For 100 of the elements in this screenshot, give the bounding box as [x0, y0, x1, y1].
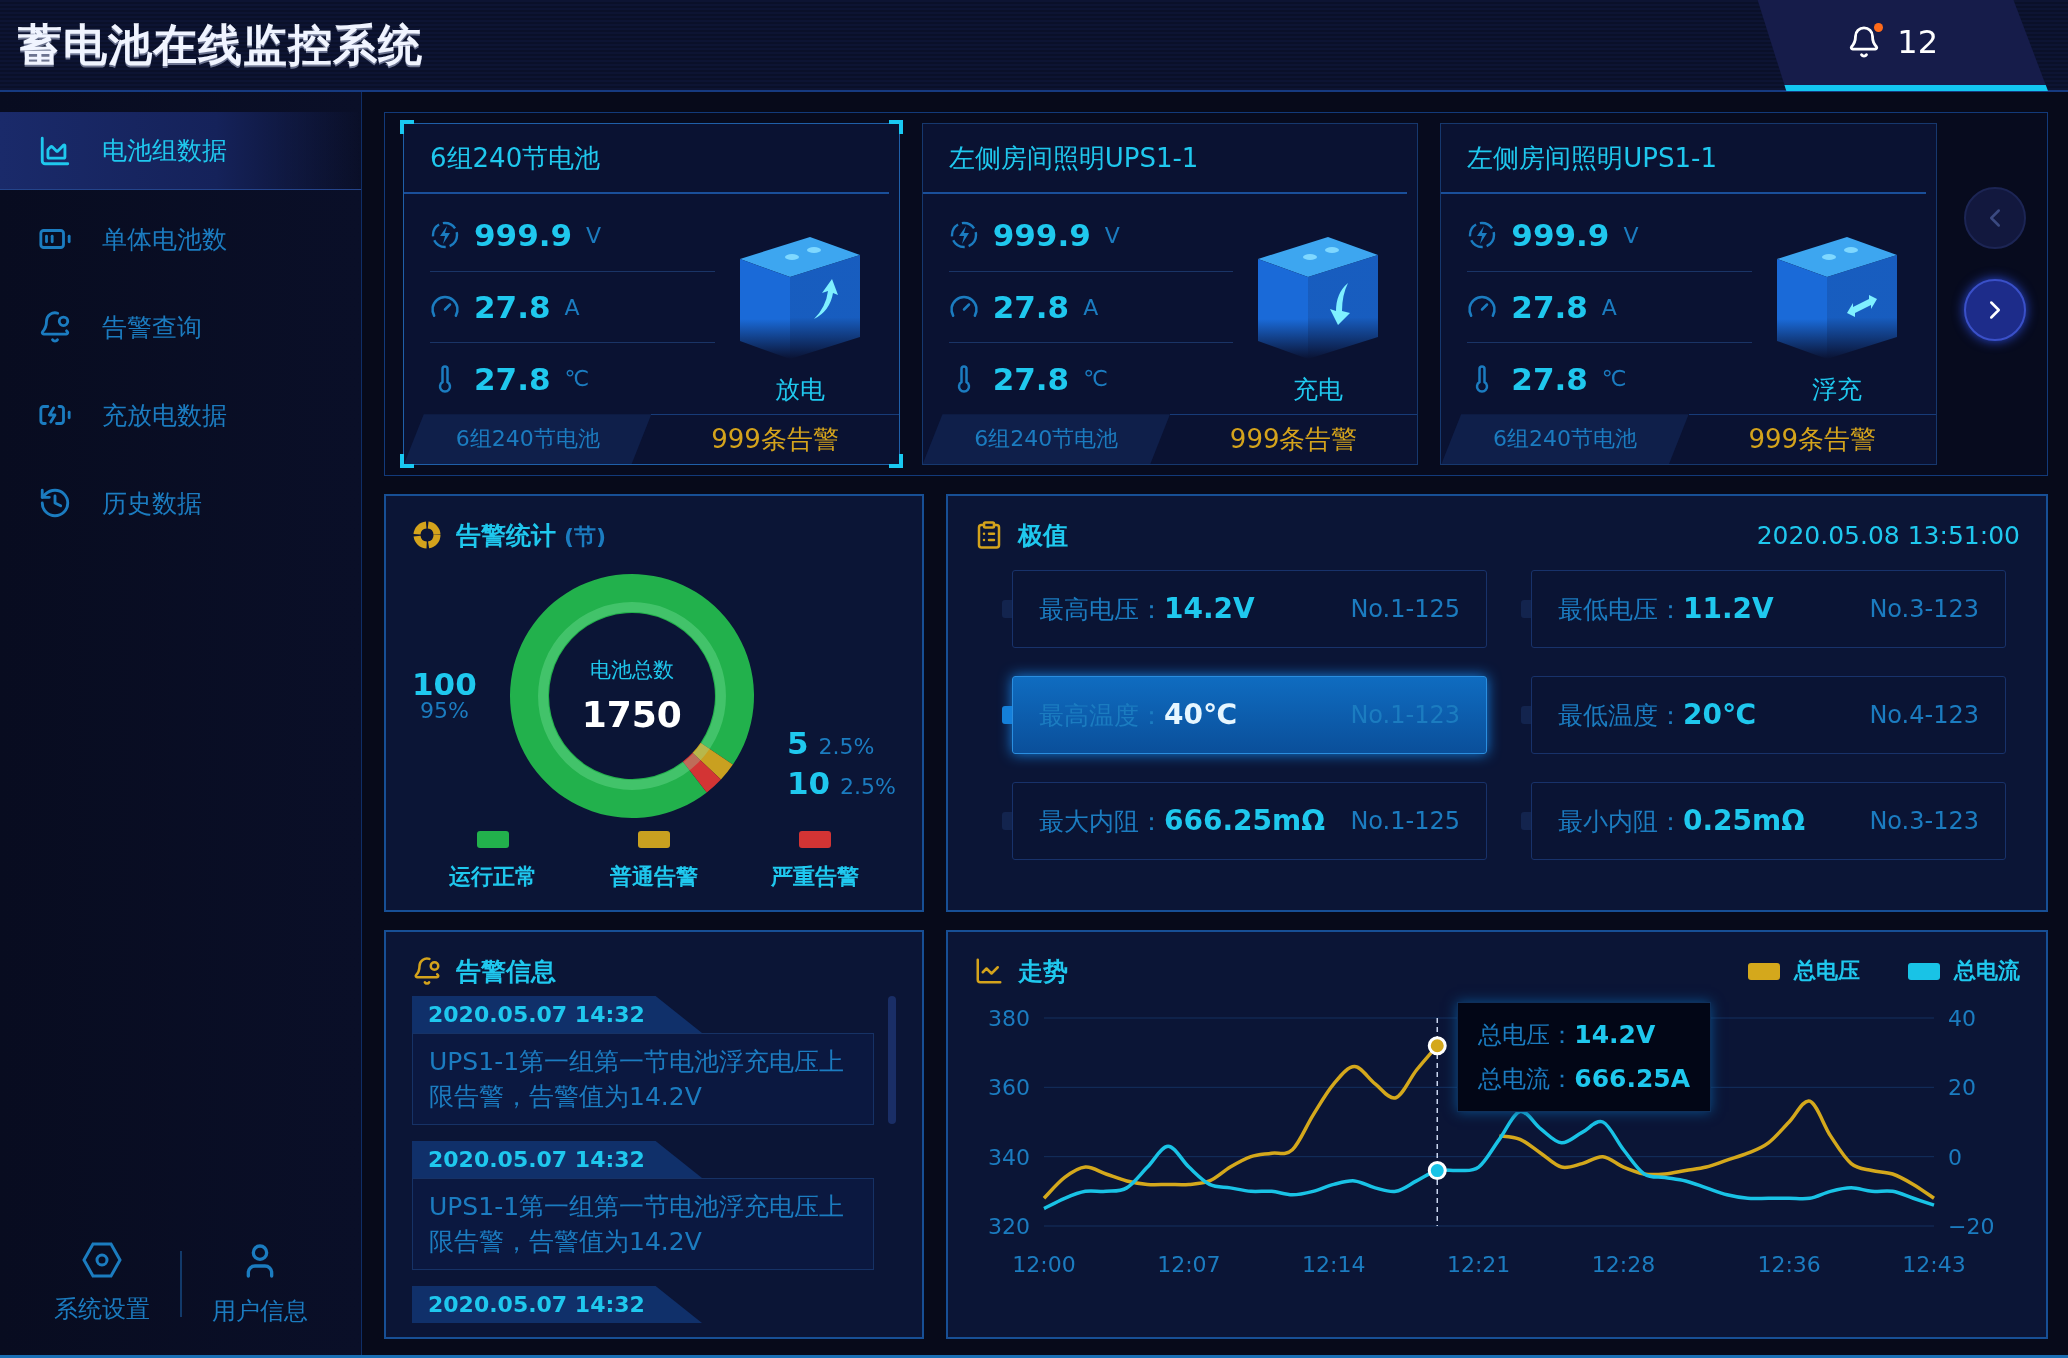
bolt-circle-icon: [948, 220, 979, 251]
battery-card[interactable]: 左侧房间照明UPS1-1 999.9 V 27.8 A 27.8 ℃ 浮充 6组240节电池 999条告警: [1440, 123, 1937, 466]
panel-title: 告警统计 (节): [456, 519, 607, 552]
sidebar-label: 告警查询: [102, 311, 202, 344]
sidebar-item[interactable]: 告警查询: [0, 288, 361, 366]
unit-label: A: [564, 294, 580, 320]
battery-status: 放电: [774, 374, 825, 407]
notification-count: 12: [1897, 23, 1938, 61]
alarm-message: UPS1-1第一组第一节电池浮充电压上限告警，告警值为14.2V: [412, 1178, 874, 1270]
battery-status: 充电: [1293, 374, 1344, 407]
extreme-item[interactable]: 最高电压：14.2V No.1-125: [1012, 570, 1487, 649]
axis-label: −20: [1948, 1214, 1995, 1239]
notification-button[interactable]: 12: [1757, 0, 2048, 91]
legend-label: 总电压: [1794, 957, 1860, 985]
battery-status: 浮充: [1812, 374, 1862, 407]
corner-bracket: [888, 454, 903, 469]
sidebar-label: 电池组数据: [102, 135, 227, 167]
legend-label: 总电流: [1954, 957, 2020, 985]
panel-title: 告警信息: [456, 955, 556, 988]
extreme-label: 最小内阻：: [1558, 806, 1683, 839]
panel-title: 极值: [1018, 519, 1068, 552]
sidebar-item[interactable]: 单体电池数: [0, 200, 361, 278]
extreme-item[interactable]: 最小内阻：0.25mΩ No.3-123: [1531, 782, 2006, 861]
extreme-value: 0.25mΩ: [1683, 804, 1806, 838]
extreme-label: 最大内阻：: [1039, 806, 1164, 839]
extreme-item[interactable]: 最低温度：20℃ No.4-123: [1531, 676, 2006, 755]
extreme-label: 最低温度：: [1558, 700, 1683, 733]
slice-value: 10: [786, 765, 831, 801]
axis-label: 12:14: [1302, 1252, 1366, 1277]
slice-percent: 95%: [419, 700, 469, 723]
sidebar-item[interactable]: 历史数据: [0, 464, 361, 542]
settings-button[interactable]: 系统设置: [23, 1241, 180, 1327]
temperature-value: 27.8: [474, 360, 551, 397]
slice-percent: 2.5%: [818, 734, 875, 759]
axis-label: 20: [1948, 1075, 1976, 1101]
sidebar-label: 单体电池数: [102, 223, 227, 256]
sidebar-item[interactable]: 充放电数据: [0, 376, 361, 454]
extreme-value: 666.25mΩ: [1164, 804, 1326, 838]
unit-label: ℃: [1083, 366, 1108, 392]
current-value: 27.8: [1511, 289, 1588, 326]
slice-value: 100: [412, 669, 477, 701]
alarm-message: UPS1-1第一组第一节电池浮充电压上限告警，告警值为14.2V: [412, 1033, 874, 1125]
cell-number: No.3-123: [1869, 595, 1979, 624]
extreme-label: 最低电压：: [1558, 594, 1683, 627]
extreme-value: 20℃: [1683, 698, 1756, 732]
battery-card[interactable]: 6组240节电池 999.9 V 27.8 A 27.8 ℃ 放电 6组240节电池 999条告警: [403, 123, 900, 466]
panel-title: 走势: [1018, 955, 1068, 988]
axis-label: 12:21: [1446, 1252, 1511, 1277]
temperature-value: 27.8: [1511, 360, 1588, 397]
alarm-time: 2020.05.07 14:32: [412, 1286, 702, 1323]
axis-label: 12:28: [1591, 1252, 1656, 1277]
extreme-item[interactable]: 最低电压：11.2V No.3-123: [1531, 570, 2006, 649]
axis-label: 320: [988, 1214, 1030, 1239]
next-button[interactable]: [1964, 279, 2026, 342]
user-button[interactable]: 用户信息: [181, 1241, 338, 1327]
axis-label: 40: [1948, 1006, 1976, 1031]
cell-number: No.4-123: [1869, 701, 1979, 730]
sidebar-label: 充放电数据: [102, 399, 227, 432]
voltage-value: 999.9: [992, 217, 1091, 254]
bell-icon: [412, 956, 442, 986]
unit-label: A: [1083, 294, 1099, 320]
sidebar-item[interactable]: 电池组数据: [0, 112, 361, 190]
legend-label: 普通告警: [610, 863, 698, 891]
voltage-value: 999.9: [474, 217, 573, 254]
history-icon: [38, 486, 72, 520]
bolt-circle-icon: [430, 220, 460, 251]
unit-label: ℃: [1601, 366, 1627, 392]
axis-label: 12:36: [1757, 1252, 1821, 1277]
battery-card[interactable]: 左侧房间照明UPS1-1 999.9 V 27.8 A 27.8 ℃ 充电 6组240节电池 999条告警: [921, 123, 1419, 466]
scrollbar[interactable]: [888, 996, 896, 1124]
tooltip-label: 总电流：: [1478, 1064, 1575, 1095]
line-chart-icon: [974, 956, 1004, 986]
tooltip-label: 总电压：: [1478, 1020, 1575, 1051]
tooltip-value: 14.2V: [1574, 1020, 1656, 1049]
bell-icon: [1847, 25, 1882, 59]
slice-percent: 2.5%: [840, 774, 896, 799]
data-point: [1427, 1036, 1447, 1056]
alarm-count: 999条告警: [1170, 414, 1418, 465]
settings-icon: [81, 1241, 122, 1279]
extreme-value: 11.2V: [1683, 592, 1774, 626]
extreme-value: 40℃: [1164, 698, 1237, 732]
unit-label: (节): [564, 523, 607, 549]
alarm-time: 2020.05.07 14:32: [412, 1141, 702, 1178]
center-label: 电池总数: [589, 657, 674, 685]
axis-label: 12:00: [1012, 1252, 1076, 1277]
unit-label: ℃: [564, 366, 590, 392]
group-label: 6组240节电池: [922, 414, 1170, 465]
legend-label: 运行正常: [448, 863, 537, 891]
alarm-time: 2020.05.07 14:32: [412, 996, 702, 1033]
current-value: 27.8: [474, 289, 551, 326]
card-title: 左侧房间照明UPS1-1: [1441, 124, 1926, 194]
donut-icon: [412, 520, 442, 551]
extreme-item[interactable]: 最大内阻：666.25mΩ No.1-125: [1012, 782, 1487, 861]
axis-label: 12:43: [1902, 1252, 1966, 1277]
sidebar-label: 历史数据: [102, 487, 202, 520]
unit-label: V: [1623, 222, 1639, 248]
data-point: [1427, 1161, 1447, 1181]
app-title: 蓄电池在线监控系统: [18, 17, 423, 72]
cell-number: No.3-123: [1869, 807, 1979, 836]
group-label: 6组240节电池: [1441, 414, 1689, 465]
